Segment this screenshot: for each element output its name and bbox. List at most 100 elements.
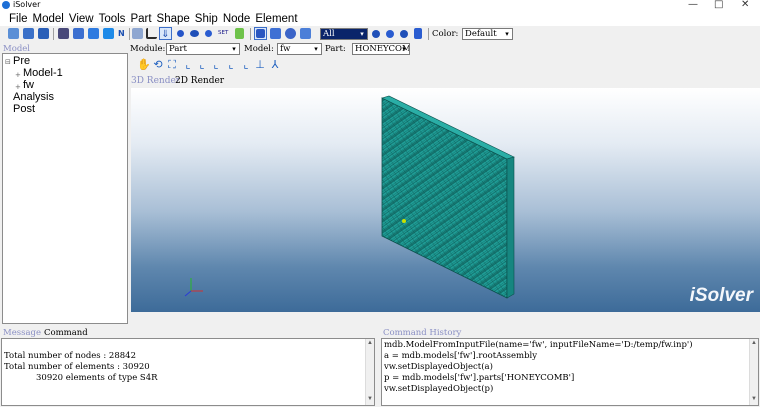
- scroll-down-icon[interactable]: ▼: [366, 396, 374, 404]
- sphere-icon[interactable]: [285, 28, 296, 39]
- chevron-down-icon: ▾: [232, 45, 236, 53]
- chevron-down-icon: ▾: [360, 30, 364, 38]
- minimize-button[interactable]: —: [688, 0, 698, 11]
- tab-message[interactable]: Message: [3, 328, 41, 338]
- menu-element[interactable]: Element: [255, 12, 297, 26]
- menu-tools[interactable]: Tools: [99, 12, 126, 26]
- window-title: iSolver: [13, 0, 41, 9]
- view-left-icon[interactable]: ⌞: [240, 59, 252, 71]
- menu-part[interactable]: Part: [130, 12, 151, 26]
- select-mode-icon[interactable]: [132, 28, 143, 39]
- viewport-3d[interactable]: iSolver: [131, 88, 760, 312]
- model-select[interactable]: fw ▾: [277, 43, 322, 55]
- brand-watermark: iSolver: [689, 285, 753, 306]
- set-toggle[interactable]: SET: [218, 28, 229, 39]
- toolbar-separator: [129, 28, 130, 40]
- menu-model[interactable]: Model: [33, 12, 64, 26]
- part-select[interactable]: HONEYCOMB ▾: [352, 43, 410, 55]
- view-front-icon[interactable]: ⌞: [182, 59, 194, 71]
- chevron-down-icon: ▾: [505, 30, 509, 38]
- part-label: Part:: [325, 44, 346, 54]
- coordinate-triad-icon: [184, 278, 203, 297]
- new-file-icon[interactable]: [8, 28, 19, 39]
- axes-icon[interactable]: [146, 28, 157, 39]
- cube-blue-icon[interactable]: [73, 28, 84, 39]
- message-line: Total number of elements : 30920: [4, 362, 150, 372]
- history-line[interactable]: vw.setDisplayedObject(p): [384, 384, 493, 395]
- honeycomb-side-edge: [506, 156, 515, 299]
- rotate-icon[interactable]: ⟲: [152, 59, 164, 71]
- toolbar-separator: [53, 28, 54, 40]
- dot-icon[interactable]: [205, 30, 212, 37]
- message-output: Total number of nodes : 28842 Total numb…: [1, 338, 375, 406]
- tab-3d-render[interactable]: 3D Render: [131, 75, 180, 87]
- history-line[interactable]: mdb.ModelFromInputFile(name='fw', inputF…: [384, 340, 693, 351]
- dot-small-icon[interactable]: [177, 30, 184, 37]
- expand-icon[interactable]: +: [15, 71, 21, 79]
- tab-command[interactable]: Command: [44, 328, 88, 338]
- command-history-list: mdb.ModelFromInputFile(name='fw', inputF…: [381, 338, 759, 406]
- app-logo-icon: [2, 1, 10, 9]
- toolbar-separator: [250, 28, 251, 40]
- scroll-up-icon[interactable]: ▲: [750, 340, 758, 348]
- maximize-button[interactable]: □: [714, 0, 723, 11]
- menu-view[interactable]: View: [69, 12, 94, 26]
- message-line: 30920 elements of type S4R: [36, 373, 158, 383]
- history-line[interactable]: vw.setDisplayedObject(a): [384, 362, 493, 373]
- color-label: Color:: [432, 29, 459, 39]
- message-line: Total number of nodes : 28842: [4, 351, 136, 361]
- module-label: Module:: [130, 44, 166, 54]
- message-scrollbar[interactable]: ▲ ▼: [365, 339, 374, 405]
- shape-icon[interactable]: [300, 28, 311, 39]
- menu-bar: File Model View Tools Part Shape Ship No…: [0, 11, 760, 26]
- lightning-icon[interactable]: [235, 28, 244, 39]
- model-label: Model:: [244, 44, 274, 54]
- arrow-down-icon: ⇓: [161, 29, 170, 40]
- open-folder-icon[interactable]: [23, 28, 34, 39]
- dot-blue-icon-3[interactable]: [400, 30, 408, 38]
- pan-hand-icon[interactable]: ✋: [137, 59, 151, 71]
- view-back-icon[interactable]: ⌞: [196, 59, 208, 71]
- menu-shape[interactable]: Shape: [157, 12, 190, 26]
- ellipse-icon[interactable]: [190, 30, 199, 37]
- filter-select[interactable]: All ▾: [320, 28, 368, 40]
- history-scrollbar[interactable]: ▲ ▼: [749, 339, 758, 405]
- filter-icon[interactable]: [414, 28, 422, 39]
- cube-dark-icon[interactable]: [58, 28, 69, 39]
- title-bar: iSolver — □ ✕: [0, 0, 760, 11]
- close-button[interactable]: ✕: [741, 0, 749, 11]
- scroll-up-icon[interactable]: ▲: [366, 340, 374, 348]
- history-line[interactable]: p = mdb.models['fw'].parts['HONEYCOMB']: [384, 373, 574, 384]
- view-right-icon[interactable]: ⊥: [254, 59, 266, 71]
- scroll-down-icon[interactable]: ▼: [750, 396, 758, 404]
- save-icon[interactable]: [38, 28, 49, 39]
- view-toolbar: ✋ ⟲ ⛶ ⌞ ⌞ ⌞ ⌞ ⌞ ⊥ ⅄: [130, 57, 330, 73]
- command-history-header: Command History: [383, 328, 462, 338]
- history-line[interactable]: a = mdb.models['fw'].rootAssembly: [384, 351, 537, 362]
- tab-2d-render[interactable]: 2D Render: [175, 75, 224, 87]
- dot-blue-icon-2[interactable]: [386, 30, 394, 38]
- plane-icon[interactable]: [270, 28, 281, 39]
- chevron-down-icon: ▾: [314, 45, 318, 53]
- zoom-fit-icon[interactable]: ⛶: [166, 59, 178, 71]
- expand-icon[interactable]: +: [15, 83, 21, 91]
- cube-light-icon[interactable]: [103, 28, 114, 39]
- node-label-toggle[interactable]: N: [118, 28, 129, 39]
- chevron-down-icon: ▾: [402, 45, 406, 53]
- cube-shaded-icon[interactable]: [88, 28, 99, 39]
- reference-point-marker: [402, 219, 406, 223]
- color-select[interactable]: Default ▾: [462, 28, 513, 40]
- tree-item-post[interactable]: Post: [13, 103, 35, 116]
- dot-blue-icon[interactable]: [372, 30, 380, 38]
- menu-ship[interactable]: Ship: [195, 12, 218, 26]
- view-iso-icon[interactable]: ⅄: [269, 59, 281, 71]
- view-top-icon[interactable]: ⌞: [210, 59, 222, 71]
- collapse-icon[interactable]: ⊟: [5, 58, 11, 66]
- menu-node[interactable]: Node: [223, 12, 251, 26]
- model-tree: ⊟ Pre + Model-1 + fw Analysis Post: [2, 53, 128, 324]
- view-bottom-icon[interactable]: ⌞: [225, 59, 237, 71]
- main-toolbar: N ⇓ SET All ▾ Color: Default ▾: [0, 26, 760, 42]
- module-select[interactable]: Part ▾: [166, 43, 240, 55]
- mesh-model: [184, 95, 515, 299]
- menu-file[interactable]: File: [9, 12, 28, 26]
